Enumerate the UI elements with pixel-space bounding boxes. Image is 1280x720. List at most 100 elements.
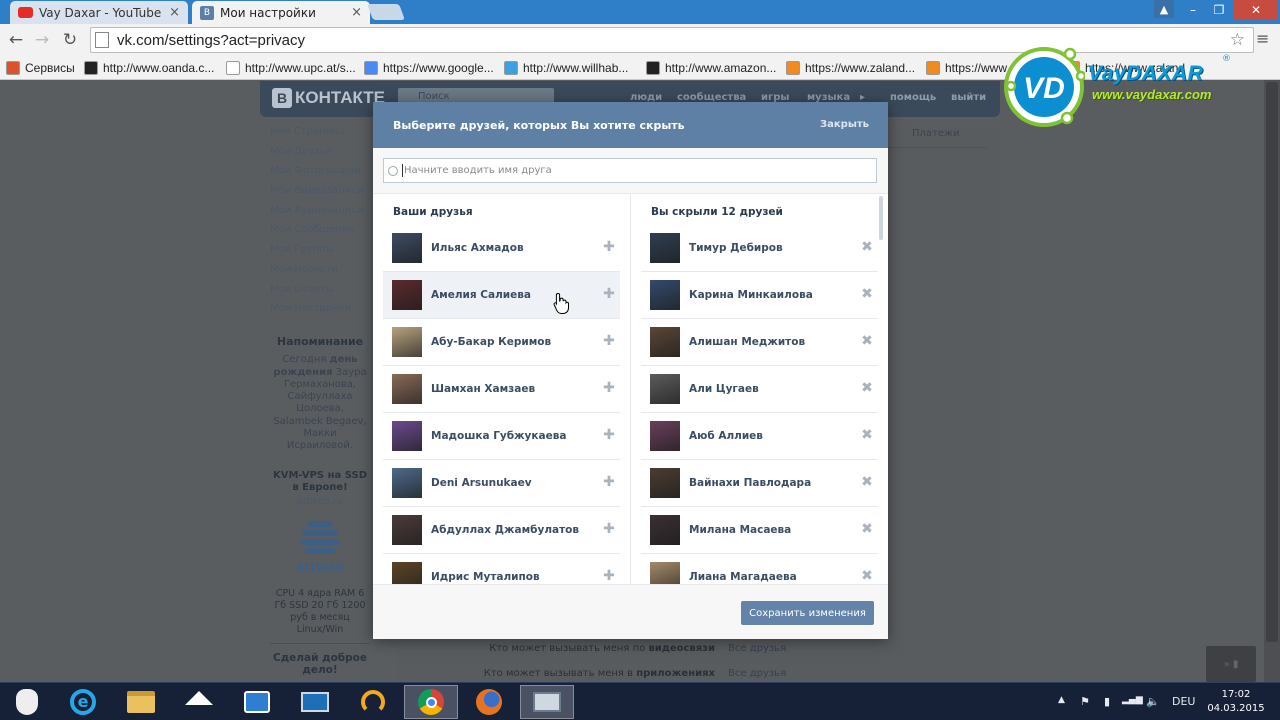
- left-menu-item[interactable]: Мои Группы: [270, 244, 370, 264]
- friend-row[interactable]: Лиана Магадаева ✖: [641, 554, 878, 584]
- nav-logout[interactable]: выйти: [951, 92, 986, 103]
- friend-name[interactable]: Амелия Салиева: [431, 289, 531, 301]
- left-menu-item[interactable]: Мои Новости: [270, 264, 370, 284]
- friend-name[interactable]: Мадошка Губжукаева: [431, 430, 566, 442]
- avatar[interactable]: [392, 233, 422, 263]
- avatar[interactable]: [392, 562, 422, 584]
- avatar[interactable]: [392, 515, 422, 545]
- add-friend-icon[interactable]: ✚: [602, 522, 616, 536]
- avatar[interactable]: [392, 280, 422, 310]
- friend-name[interactable]: Deni Arsunukaev: [431, 477, 532, 489]
- friend-row[interactable]: Ильяс Ахмадов ✚: [383, 225, 620, 272]
- friend-row[interactable]: Карина Минкаилова ✖: [641, 272, 878, 319]
- friend-row[interactable]: Мадошка Губжукаева ✚: [383, 413, 620, 460]
- privacy-value[interactable]: Все друзья: [728, 643, 786, 654]
- add-friend-icon[interactable]: ✚: [602, 428, 616, 442]
- avatar[interactable]: [392, 374, 422, 404]
- taskbar-app[interactable]: [114, 685, 168, 719]
- minimize-button[interactable]: –: [1180, 0, 1206, 19]
- friend-name[interactable]: Алишан Меджитов: [689, 336, 805, 348]
- left-menu-item[interactable]: Мои Аудиозаписи: [270, 205, 370, 225]
- new-tab-button[interactable]: [367, 4, 405, 20]
- friend-row[interactable]: Идрис Муталипов ✚: [383, 554, 620, 584]
- taskbar-app[interactable]: [288, 685, 342, 719]
- privacy-value[interactable]: Все друзья: [728, 668, 786, 679]
- remove-friend-icon[interactable]: ✖: [860, 334, 874, 348]
- taskbar-app[interactable]: [520, 685, 574, 719]
- friend-name[interactable]: Идрис Муталипов: [431, 571, 540, 583]
- friend-name[interactable]: Ильяс Ахмадов: [431, 242, 524, 254]
- bookmark-item[interactable]: Сервисы: [6, 59, 75, 77]
- add-friend-icon[interactable]: ✚: [602, 334, 616, 348]
- tab-youtube[interactable]: Vay Daxar - YouTube ×: [10, 1, 188, 24]
- back-button[interactable]: ←: [6, 30, 26, 50]
- friend-row[interactable]: Шамхан Хамзаев ✚: [383, 366, 620, 413]
- bookmark-item[interactable]: http://www.oanda.c...: [84, 59, 214, 77]
- bookmark-item[interactable]: https://www.google...: [364, 59, 494, 77]
- friend-name[interactable]: Карина Минкаилова: [689, 289, 813, 301]
- scrollbar-thumb[interactable]: [1266, 82, 1278, 642]
- user-profile-icon[interactable]: ▲: [1154, 0, 1174, 18]
- language-indicator[interactable]: DEU: [1172, 695, 1195, 708]
- list-scrollbar[interactable]: [879, 196, 883, 240]
- volume-icon[interactable]: 🔈: [1146, 695, 1160, 708]
- add-friend-icon[interactable]: ✚: [602, 287, 616, 301]
- taskbar-app[interactable]: e: [56, 685, 110, 719]
- taskbar-app[interactable]: [404, 685, 458, 719]
- avatar[interactable]: [650, 421, 680, 451]
- save-changes-button[interactable]: Сохранить изменения: [741, 601, 874, 625]
- avatar[interactable]: [650, 562, 680, 584]
- remove-friend-icon[interactable]: ✖: [860, 522, 874, 536]
- friend-row[interactable]: Амелия Салиева ✚: [383, 272, 620, 319]
- bookmark-star-icon[interactable]: ☆: [1230, 30, 1245, 50]
- friend-name[interactable]: Лиана Магадаева: [689, 571, 797, 583]
- left-menu-item[interactable]: Мои Сообщения: [270, 224, 370, 244]
- friend-row[interactable]: Абу-Бакар Керимов ✚: [383, 319, 620, 366]
- friend-row[interactable]: Тимур Дебиров ✖: [641, 225, 878, 272]
- friend-row[interactable]: Милана Масаева ✖: [641, 507, 878, 554]
- remove-friend-icon[interactable]: ✖: [860, 475, 874, 489]
- chrome-menu-icon[interactable]: ≡: [1256, 29, 1269, 48]
- bookmark-item[interactable]: http://www.amazon...: [646, 59, 776, 77]
- reminder-names[interactable]: Заура Гермаханова, Сайфуллаха Цолоева, S…: [273, 367, 366, 452]
- avatar[interactable]: [392, 421, 422, 451]
- remove-friend-icon[interactable]: ✖: [860, 381, 874, 395]
- taskbar-app[interactable]: [172, 685, 226, 719]
- bookmark-item[interactable]: http://www.willhab...: [504, 59, 628, 77]
- remove-friend-icon[interactable]: ✖: [860, 287, 874, 301]
- remove-friend-icon[interactable]: ✖: [860, 569, 874, 583]
- corner-widget[interactable]: » ▮: [1206, 646, 1256, 682]
- tab-settings[interactable]: В Мои настройки ×: [192, 1, 370, 24]
- add-friend-icon[interactable]: ✚: [602, 381, 616, 395]
- reload-button[interactable]: ↻: [60, 30, 80, 50]
- avatar[interactable]: [650, 327, 680, 357]
- taskbar-app[interactable]: [230, 685, 284, 719]
- forward-button[interactable]: →: [32, 30, 52, 50]
- friend-name[interactable]: Вайнахи Павлодара: [689, 477, 811, 489]
- friend-name[interactable]: Тимур Дебиров: [689, 242, 783, 254]
- ad-title[interactable]: KVM-VPS на SSD в Европе!: [270, 470, 370, 494]
- taskbar-app[interactable]: [346, 685, 400, 719]
- friend-name[interactable]: Али Цугаев: [689, 383, 759, 395]
- friend-name[interactable]: Абу-Бакар Керимов: [431, 336, 551, 348]
- add-friend-icon[interactable]: ✚: [602, 475, 616, 489]
- bookmark-item[interactable]: https://www.zaland...: [786, 59, 915, 77]
- add-friend-icon[interactable]: ✚: [602, 240, 616, 254]
- friend-name[interactable]: Абдуллах Джамбулатов: [431, 524, 579, 536]
- friend-row[interactable]: Алишан Меджитов ✖: [641, 319, 878, 366]
- battery-icon[interactable]: ▮: [1104, 695, 1110, 708]
- left-menu-item[interactable]: Мои Видеозаписи: [270, 185, 370, 205]
- tray-arrow-icon[interactable]: ▲: [1058, 695, 1065, 705]
- maximize-button[interactable]: ❐: [1206, 0, 1232, 19]
- tab-close-icon[interactable]: ×: [169, 5, 180, 20]
- avatar[interactable]: [650, 280, 680, 310]
- tab-payments[interactable]: Платежи: [880, 128, 986, 148]
- left-menu-item[interactable]: Мои Настройки: [270, 303, 370, 323]
- ad-block[interactable]: KVM-VPS на SSD в Европе! bitweb.ru BITWE…: [270, 470, 370, 636]
- left-menu-item[interactable]: Мои Фотографии: [270, 165, 370, 185]
- left-menu-item[interactable]: Мои Друзья: [270, 146, 370, 166]
- avatar[interactable]: [650, 374, 680, 404]
- nav-help[interactable]: помощь: [890, 92, 936, 103]
- bookmark-item[interactable]: https://www: [926, 59, 1007, 77]
- add-friend-icon[interactable]: ✚: [602, 569, 616, 583]
